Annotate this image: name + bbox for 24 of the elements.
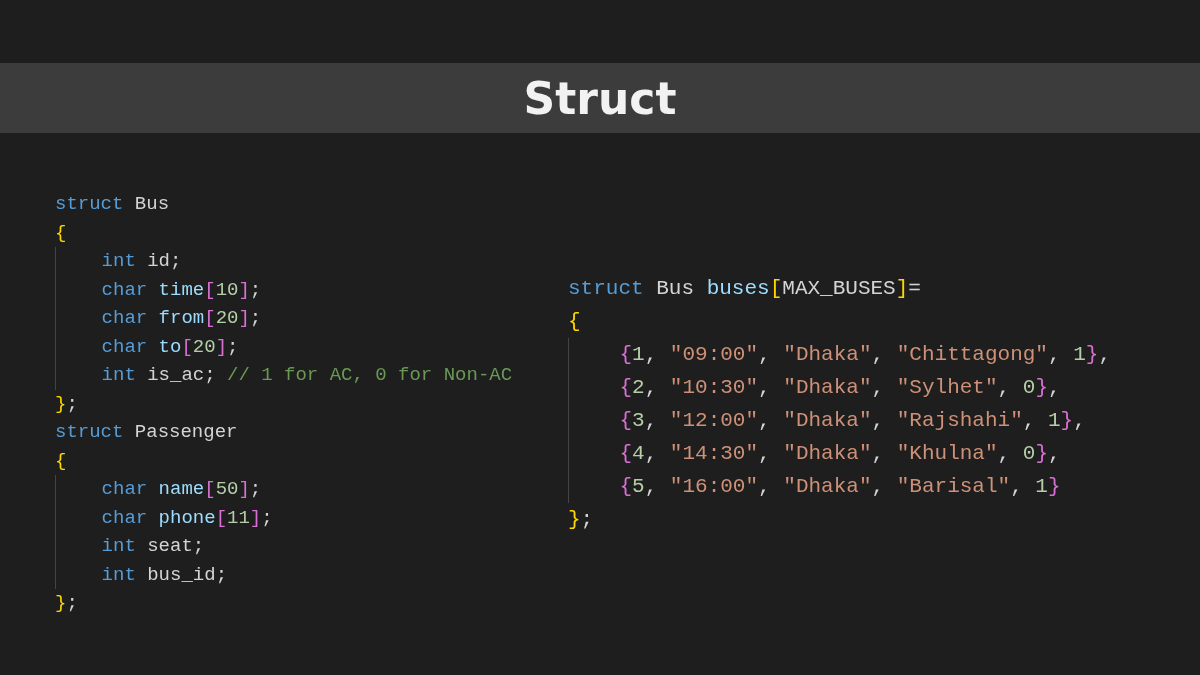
code-line: char time[10];: [101, 277, 262, 303]
code-line: char name[50];: [101, 477, 262, 503]
code-line: char to[20];: [101, 334, 239, 360]
code-line: int id;: [101, 249, 182, 275]
code-line: };: [568, 507, 594, 533]
code-line: {: [568, 309, 581, 335]
page-title: Struct: [523, 72, 677, 124]
code-line: };: [55, 591, 78, 617]
code-line: {: [55, 448, 67, 474]
code-line: int seat;: [101, 534, 205, 560]
code-line: {3, "12:00", "Dhaka", "Rajshahi", 1},: [619, 408, 1086, 434]
code-line: {5, "16:00", "Dhaka", "Barisal", 1}: [619, 474, 1061, 500]
code-line: struct Passenger: [55, 420, 238, 446]
code-line: };: [55, 391, 78, 417]
code-line: int bus_id;: [101, 562, 228, 588]
code-line: {2, "10:30", "Dhaka", "Sylhet", 0},: [619, 375, 1061, 401]
code-line: struct Bus buses[MAX_BUSES]=: [568, 276, 921, 302]
code-line: {: [55, 220, 67, 246]
code-line: char phone[11];: [101, 505, 273, 531]
code-line: int is_ac; // 1 for AC, 0 for Non-AC: [101, 363, 513, 389]
code-line: {4, "14:30", "Dhaka", "Khulna", 0},: [619, 441, 1061, 467]
code-line: char from[20];: [101, 306, 262, 332]
code-line: {1, "09:00", "Dhaka", "Chittagong", 1},: [619, 342, 1111, 368]
code-line: struct Bus: [55, 192, 170, 218]
